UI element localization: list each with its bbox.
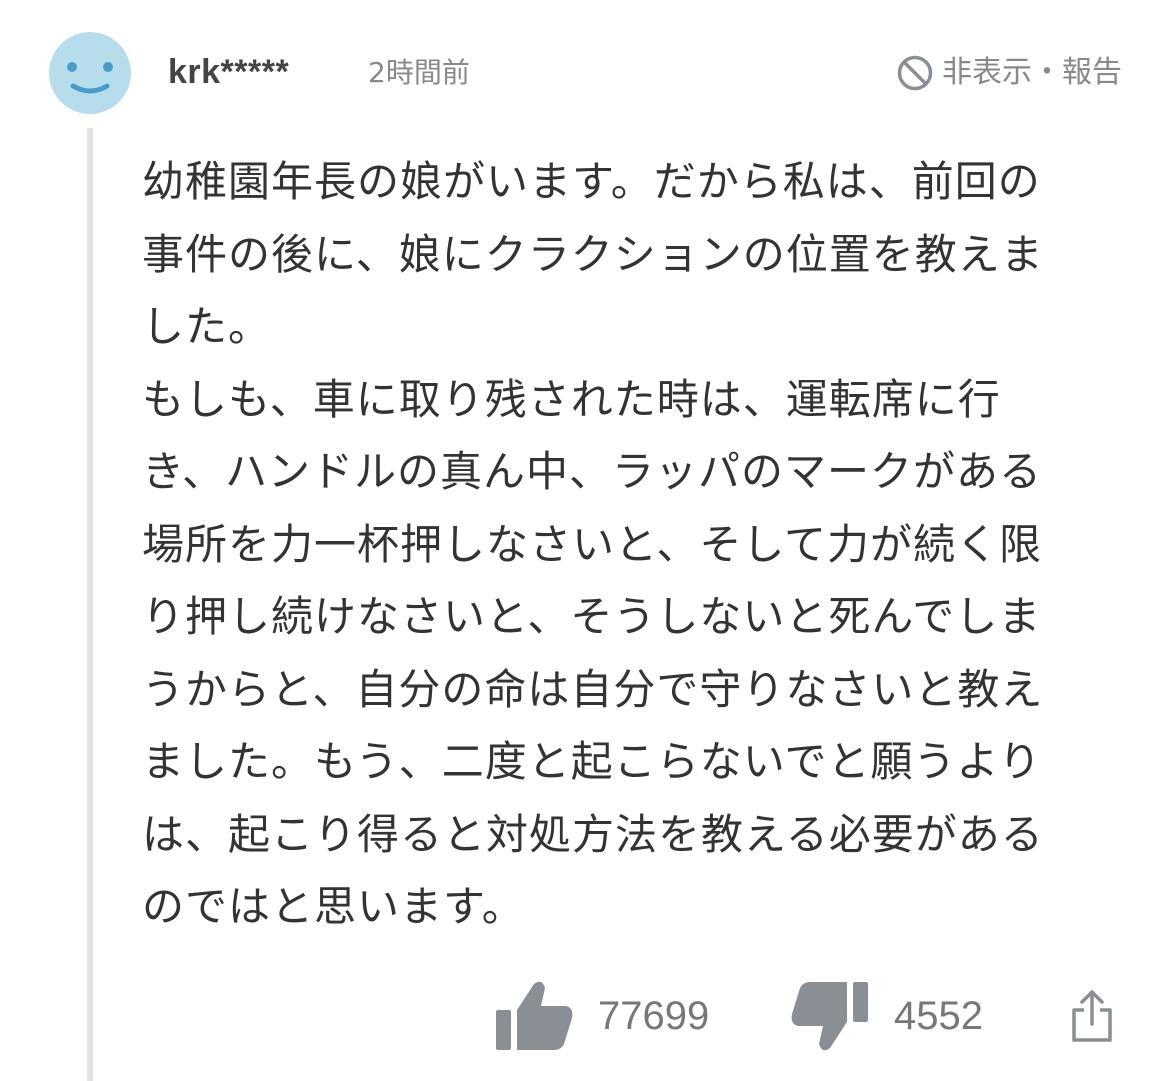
dislike-button[interactable]: 4552 bbox=[790, 980, 983, 1052]
hide-report-button[interactable]: 非表示・報告 bbox=[896, 54, 1122, 92]
like-button[interactable]: 77699 bbox=[494, 980, 709, 1052]
comment: krk***** 2時間前 非表示・報告 幼稚園年長の娘がいます。だから私は、前… bbox=[0, 0, 1170, 1081]
hide-report-label: 非表示・報告 bbox=[942, 55, 1122, 90]
dislike-count: 4552 bbox=[894, 994, 983, 1038]
prohibited-icon bbox=[896, 54, 934, 92]
thumbs-down-icon bbox=[791, 982, 868, 1051]
comment-body: 幼稚園年長の娘がいます。だから私は、前回の 事件の後に、娘にクラクションの位置を… bbox=[142, 157, 1044, 931]
share-button[interactable] bbox=[1070, 988, 1114, 1044]
smiley-avatar-icon bbox=[67, 62, 113, 94]
username[interactable]: krk***** bbox=[168, 52, 289, 92]
timestamp: 2時間前 bbox=[368, 56, 470, 89]
like-count: 77699 bbox=[598, 994, 710, 1038]
comment-actions: 77699 4552 bbox=[0, 980, 1170, 1060]
share-icon bbox=[1072, 990, 1112, 1042]
thumbs-up-icon bbox=[496, 981, 573, 1050]
thread-line bbox=[87, 128, 93, 1081]
avatar[interactable] bbox=[49, 32, 131, 114]
